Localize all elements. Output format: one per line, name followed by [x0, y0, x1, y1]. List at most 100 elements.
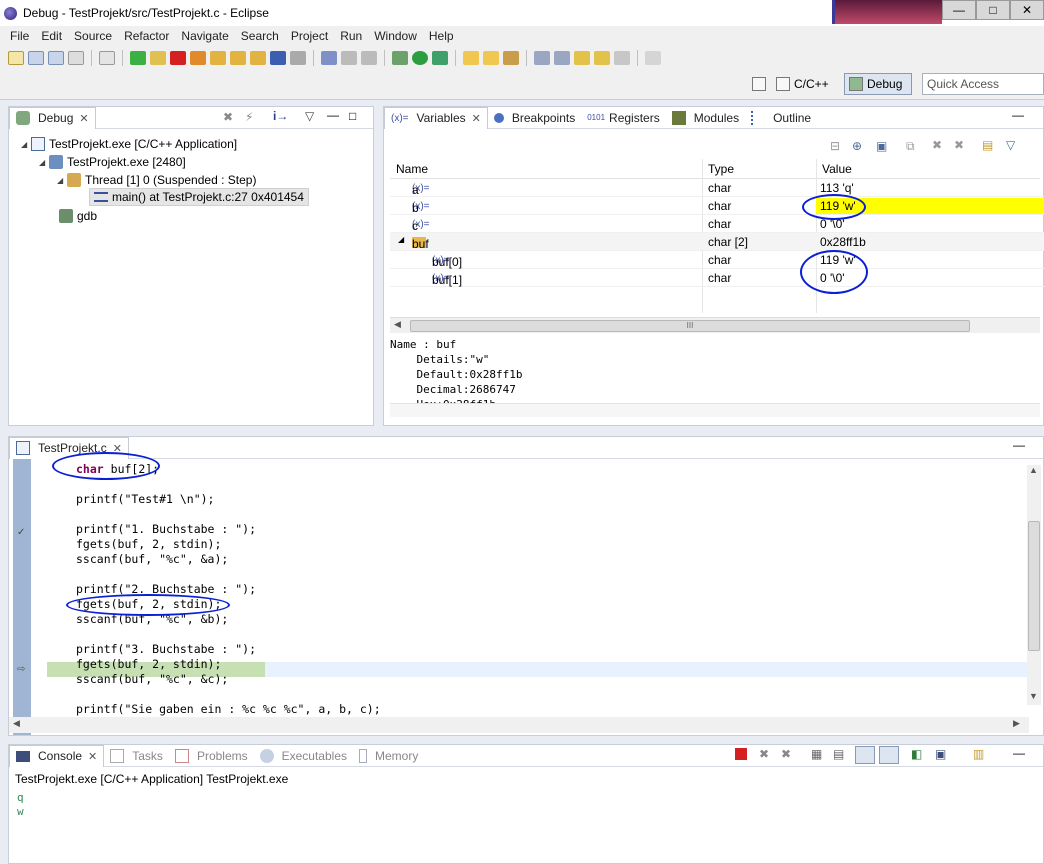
- column-type[interactable]: Type: [708, 162, 734, 176]
- remove-all-terminated-icon[interactable]: ✖: [781, 747, 791, 761]
- step-return-icon[interactable]: [250, 51, 266, 65]
- open-folder-icon[interactable]: [483, 51, 499, 65]
- tab-registers[interactable]: 0101 Registers: [581, 107, 665, 129]
- expand-arrow-icon[interactable]: ◢: [39, 158, 49, 167]
- resume-icon[interactable]: [130, 51, 146, 65]
- expand-arrow-icon[interactable]: ◢: [398, 235, 404, 244]
- variable-row[interactable]: (x)= buf[0] char 119 'w': [390, 251, 1044, 269]
- tree-stack-frame[interactable]: main() at TestProjekt.c:27 0x401454: [89, 188, 309, 206]
- pin-console-icon[interactable]: ◧: [911, 747, 922, 761]
- maximize-view-icon[interactable]: □: [349, 109, 356, 123]
- new-project-icon[interactable]: [463, 51, 479, 65]
- menu-search[interactable]: Search: [241, 29, 279, 43]
- scroll-left-icon[interactable]: ◀: [13, 718, 20, 729]
- suspend-icon[interactable]: [150, 51, 166, 65]
- menu-window[interactable]: Window: [374, 29, 417, 43]
- tab-editor-file[interactable]: TestProjekt.c ✕: [9, 436, 129, 459]
- view-menu-icon[interactable]: ▽: [305, 109, 314, 123]
- disconnect-icon[interactable]: [190, 51, 206, 65]
- menu-file[interactable]: File: [10, 29, 29, 43]
- tree-thread[interactable]: ◢ Thread [1] 0 (Suspended : Step): [57, 171, 256, 189]
- search-tool-icon[interactable]: [503, 51, 519, 65]
- tab-outline[interactable]: Outline: [745, 107, 817, 129]
- scroll-thumb[interactable]: III: [410, 320, 970, 332]
- variable-row[interactable]: (x)= a char 113 'q': [390, 179, 1044, 197]
- scroll-thumb[interactable]: [1028, 521, 1040, 651]
- display-console-icon[interactable]: ▣: [935, 747, 946, 761]
- clear-console-icon[interactable]: ▦: [811, 747, 822, 761]
- minimize-view-icon[interactable]: —: [327, 108, 339, 122]
- tab-console[interactable]: Console ✕: [9, 744, 105, 767]
- connect-icon[interactable]: ⚡: [245, 110, 253, 124]
- close-icon[interactable]: ✕: [472, 112, 481, 125]
- link-icon[interactable]: ⧉: [906, 139, 915, 154]
- column-name[interactable]: Name: [396, 162, 428, 176]
- remove-icon[interactable]: ✖: [932, 138, 942, 152]
- menu-edit[interactable]: Edit: [41, 29, 62, 43]
- external-tools-icon[interactable]: [432, 51, 448, 65]
- detail-horizontal-scrollbar[interactable]: [390, 403, 1040, 417]
- terminate-icon[interactable]: [170, 51, 186, 65]
- close-icon[interactable]: ✕: [88, 750, 97, 763]
- variable-row[interactable]: ◢ buf char [2] 0x28ff1b: [390, 233, 1044, 251]
- minimize-view-icon[interactable]: —: [1012, 108, 1024, 122]
- drop-to-frame-icon[interactable]: [290, 51, 306, 65]
- skip-breakpoints-icon[interactable]: [321, 51, 337, 65]
- add-expression-icon[interactable]: ⊕: [852, 139, 862, 153]
- run-icon[interactable]: [412, 51, 428, 65]
- instruction-stepping-icon[interactable]: i→: [273, 109, 288, 123]
- scroll-left-icon[interactable]: ◀: [394, 319, 401, 330]
- variable-row[interactable]: (x)= b char 119 'w': [390, 197, 1044, 215]
- quick-access-input[interactable]: Quick Access: [922, 73, 1044, 95]
- remove-terminated-icon[interactable]: ✖: [223, 110, 233, 124]
- view-menu-icon[interactable]: ▽: [1006, 138, 1015, 152]
- step-into-icon[interactable]: [210, 51, 226, 65]
- menu-navigate[interactable]: Navigate: [181, 29, 228, 43]
- last-edit-icon[interactable]: [574, 51, 590, 65]
- scroll-right-icon[interactable]: ▶: [1013, 718, 1020, 729]
- collapse-all-icon[interactable]: ▣: [876, 139, 887, 153]
- editor-vertical-scrollbar[interactable]: ▲ ▼: [1027, 465, 1041, 705]
- variable-row[interactable]: (x)= buf[1] char 0 '\0': [390, 269, 1044, 287]
- save-all-icon[interactable]: [48, 51, 64, 65]
- tab-breakpoints[interactable]: Breakpoints: [488, 107, 581, 129]
- new-icon[interactable]: [8, 51, 24, 65]
- expand-arrow-icon[interactable]: ◢: [57, 176, 67, 185]
- minimize-view-icon[interactable]: —: [1013, 438, 1025, 452]
- variables-horizontal-scrollbar[interactable]: ◀ III: [390, 317, 1040, 333]
- tab-modules[interactable]: Modules: [666, 107, 745, 129]
- close-button[interactable]: ✕: [1010, 0, 1044, 20]
- save-icon[interactable]: [28, 51, 44, 65]
- menu-refactor[interactable]: Refactor: [124, 29, 169, 43]
- editor-horizontal-scrollbar[interactable]: ◀ ▶: [9, 717, 1029, 733]
- menu-project[interactable]: Project: [291, 29, 328, 43]
- variable-row[interactable]: (x)= c char 0 '\0': [390, 215, 1044, 233]
- tab-memory[interactable]: Memory: [353, 745, 424, 767]
- scroll-up-icon[interactable]: ▲: [1029, 465, 1038, 475]
- expand-arrow-icon[interactable]: ◢: [21, 140, 31, 149]
- scroll-lock-icon[interactable]: ▤: [833, 747, 844, 761]
- forward-icon[interactable]: [614, 51, 630, 65]
- show-on-stdout-icon[interactable]: [855, 746, 875, 764]
- back-icon[interactable]: [594, 51, 610, 65]
- perspective-debug-button[interactable]: Debug: [844, 73, 912, 95]
- maximize-button[interactable]: □: [976, 0, 1010, 20]
- tab-debug[interactable]: Debug ✕: [9, 106, 96, 129]
- brush-icon[interactable]: [361, 51, 377, 65]
- step-over-icon[interactable]: [230, 51, 246, 65]
- scroll-down-icon[interactable]: ▼: [1029, 691, 1038, 701]
- remove-all-icon[interactable]: ✖: [954, 138, 964, 152]
- menu-run[interactable]: Run: [340, 29, 362, 43]
- open-console-icon[interactable]: ▥: [973, 747, 984, 761]
- previous-annotation-icon[interactable]: [554, 51, 570, 65]
- tab-variables[interactable]: (x)= Variables ✕: [384, 106, 488, 129]
- pen-icon[interactable]: [341, 51, 357, 65]
- show-on-stderr-icon[interactable]: [879, 746, 899, 764]
- menu-help[interactable]: Help: [429, 29, 454, 43]
- close-icon[interactable]: ✕: [113, 442, 122, 455]
- tree-gdb[interactable]: gdb: [59, 207, 97, 225]
- minimize-view-icon[interactable]: —: [1013, 746, 1025, 760]
- layout-icon[interactable]: ▤: [982, 138, 993, 152]
- tree-launch[interactable]: ◢ TestProjekt.exe [C/C++ Application]: [21, 135, 237, 153]
- terminate-icon[interactable]: [735, 748, 747, 760]
